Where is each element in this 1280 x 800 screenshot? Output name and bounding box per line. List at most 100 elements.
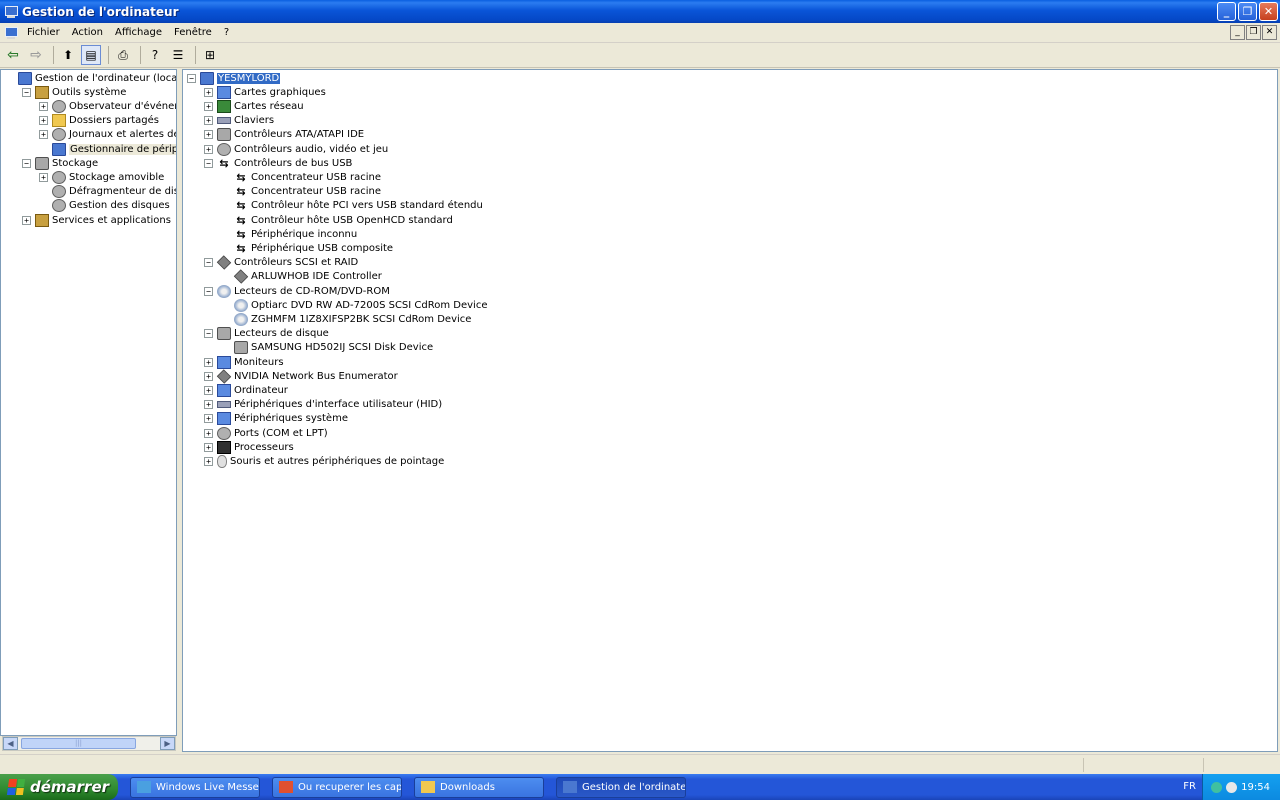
- right_tree-row[interactable]: + Souris et autres périphériques de point…: [204, 454, 444, 468]
- expand-icon[interactable]: +: [39, 116, 48, 126]
- device-tree-pane[interactable]: − YESMYLORD + Cartes graphiques + Cartes rése…: [182, 69, 1278, 752]
- up-folder-button[interactable]: ⬆: [58, 45, 78, 65]
- right_tree-row[interactable]: − Contrôleurs SCSI et RAID: [204, 255, 358, 270]
- minimize-button[interactable]: _: [1217, 2, 1236, 21]
- right_tree-row[interactable]: + Périphériques d'interface utilisateur (…: [204, 398, 442, 412]
- expand-icon[interactable]: +: [204, 371, 213, 381]
- right_tree-row[interactable]: − YESMYLORD: [187, 71, 281, 85]
- help-button[interactable]: ?: [145, 45, 165, 65]
- left_tree-row[interactable]: − Outils système: [22, 85, 126, 99]
- right_tree-row[interactable]: ⇆ Concentrateur USB racine: [221, 185, 381, 199]
- expand-icon[interactable]: +: [204, 385, 213, 395]
- left_tree-row[interactable]: + Dossiers partagés: [39, 114, 159, 128]
- right_tree-row[interactable]: + Processeurs: [204, 440, 294, 454]
- right_tree-row[interactable]: SAMSUNG HD502IJ SCSI Disk Device: [221, 341, 433, 355]
- collapse-icon[interactable]: −: [204, 286, 213, 296]
- left_tree-row[interactable]: Gestionnaire de périphérique: [39, 142, 176, 156]
- right_tree-row[interactable]: Optiarc DVD RW AD-7200S SCSI CdRom Devic…: [221, 298, 487, 312]
- right_tree-row[interactable]: + Contrôleurs audio, vidéo et jeu: [204, 142, 388, 156]
- left_tree-row[interactable]: + Stockage amovible: [39, 170, 164, 184]
- taskbar-button[interactable]: Downloads: [414, 776, 544, 798]
- right_tree-row[interactable]: ⇆ Périphérique USB composite: [221, 241, 393, 255]
- expand-icon[interactable]: +: [204, 428, 213, 438]
- left_tree-row[interactable]: + Services et applications: [22, 213, 171, 227]
- menu-help[interactable]: ?: [218, 27, 235, 38]
- right_tree-row[interactable]: − Lecteurs de disque: [204, 327, 329, 341]
- right_tree-row[interactable]: ZGHMFM 1IZ8XIFSP2BK SCSI CdRom Device: [221, 312, 471, 326]
- child-minimize-button[interactable]: _: [1230, 25, 1245, 40]
- scroll-thumb[interactable]: |||: [21, 738, 136, 749]
- maximize-button[interactable]: ❐: [1238, 2, 1257, 21]
- expand-icon[interactable]: +: [39, 101, 48, 111]
- document-icon[interactable]: [4, 26, 18, 39]
- left_tree-row[interactable]: Défragmenteur de disque: [39, 185, 176, 199]
- right_tree-row[interactable]: − ⇆ Contrôleurs de bus USB: [204, 156, 352, 170]
- language-indicator[interactable]: FR: [1183, 781, 1196, 792]
- back-button[interactable]: ⇦: [3, 45, 23, 65]
- left_tree-row[interactable]: Gestion des disques: [39, 199, 170, 213]
- expand-icon[interactable]: +: [204, 130, 213, 140]
- menu-affichage[interactable]: Affichage: [109, 27, 168, 38]
- left_tree-row[interactable]: + Observateur d'événements: [39, 99, 176, 113]
- title-bar[interactable]: Gestion de l'ordinateur _ ❐ ✕: [0, 0, 1280, 23]
- expand-icon[interactable]: +: [204, 116, 213, 126]
- right_tree-row[interactable]: ⇆ Contrôleur hôte USB OpenHCD standard: [221, 213, 452, 227]
- collapse-icon[interactable]: −: [187, 73, 196, 83]
- collapse-icon[interactable]: −: [204, 329, 213, 339]
- scroll-right-button[interactable]: ▶: [160, 737, 175, 750]
- right_tree-row[interactable]: ⇆ Contrôleur hôte PCI vers USB standard é…: [221, 199, 482, 213]
- right_tree-row[interactable]: + Ports (COM et LPT): [204, 426, 328, 440]
- show-tree-button[interactable]: ▤: [81, 45, 101, 65]
- expand-icon[interactable]: +: [204, 144, 213, 154]
- right_tree-row[interactable]: ARLUWHOB IDE Controller: [221, 269, 382, 284]
- right_tree-row[interactable]: ⇆ Périphérique inconnu: [221, 227, 357, 241]
- right_tree-row[interactable]: + Cartes graphiques: [204, 85, 326, 99]
- collapse-icon[interactable]: −: [22, 87, 31, 97]
- taskbar-button[interactable]: Gestion de l'ordinateur: [556, 776, 686, 798]
- expand-icon[interactable]: +: [204, 357, 213, 367]
- left_tree-row[interactable]: + Journaux et alertes de perfo: [39, 128, 176, 142]
- right_tree-row[interactable]: + NVIDIA Network Bus Enumerator: [204, 369, 398, 384]
- expand-icon[interactable]: +: [204, 456, 213, 466]
- scan-hardware-button[interactable]: ⊞: [200, 45, 220, 65]
- collapse-icon[interactable]: −: [204, 258, 213, 268]
- expand-icon[interactable]: +: [22, 215, 31, 225]
- collapse-icon[interactable]: −: [204, 158, 213, 168]
- taskbar-button[interactable]: Ou recuperer les capt...: [272, 776, 402, 798]
- menu-fenetre[interactable]: Fenêtre: [168, 27, 218, 38]
- taskbar-button[interactable]: Windows Live Messen...: [130, 776, 260, 798]
- right_tree-row[interactable]: + Périphériques système: [204, 412, 348, 426]
- menu-fichier[interactable]: Fichier: [21, 27, 66, 38]
- expand-icon[interactable]: +: [204, 87, 213, 97]
- right_tree-row[interactable]: ⇆ Concentrateur USB racine: [221, 170, 381, 184]
- clock[interactable]: 19:54: [1241, 782, 1270, 793]
- menu-action[interactable]: Action: [66, 27, 109, 38]
- close-button[interactable]: ✕: [1259, 2, 1278, 21]
- expand-icon[interactable]: +: [39, 130, 48, 140]
- right_tree-row[interactable]: + Contrôleurs ATA/ATAPI IDE: [204, 128, 364, 142]
- print-button[interactable]: ⎙: [113, 45, 133, 65]
- left_tree-row[interactable]: Gestion de l'ordinateur (local): [5, 71, 176, 85]
- left_tree-row[interactable]: − Stockage: [22, 156, 98, 170]
- expand-icon[interactable]: +: [204, 442, 213, 452]
- network-icon[interactable]: [1211, 781, 1223, 793]
- scroll-left-button[interactable]: ◀: [3, 737, 18, 750]
- messenger-tray-icon[interactable]: [1226, 781, 1238, 793]
- right_tree-row[interactable]: + Cartes réseau: [204, 99, 304, 113]
- expand-icon[interactable]: +: [39, 172, 48, 182]
- collapse-icon[interactable]: −: [22, 158, 31, 168]
- right_tree-row[interactable]: + Claviers: [204, 114, 274, 128]
- console-tree-pane[interactable]: Gestion de l'ordinateur (local) − Outils s…: [0, 69, 177, 736]
- expand-icon[interactable]: +: [204, 414, 213, 424]
- horizontal-scrollbar[interactable]: ◀ ||| ▶: [2, 736, 176, 751]
- right_tree-row[interactable]: + Ordinateur: [204, 383, 288, 397]
- properties-button[interactable]: ☰: [168, 45, 188, 65]
- child-close-button[interactable]: ✕: [1262, 25, 1277, 40]
- start-button[interactable]: démarrer: [0, 774, 118, 800]
- right_tree-row[interactable]: + Moniteurs: [204, 355, 284, 369]
- expand-icon[interactable]: +: [204, 400, 213, 410]
- right_tree-row[interactable]: − Lecteurs de CD-ROM/DVD-ROM: [204, 284, 390, 298]
- child-restore-button[interactable]: ❐: [1246, 25, 1261, 40]
- forward-button[interactable]: ⇨: [26, 45, 46, 65]
- expand-icon[interactable]: +: [204, 101, 213, 111]
